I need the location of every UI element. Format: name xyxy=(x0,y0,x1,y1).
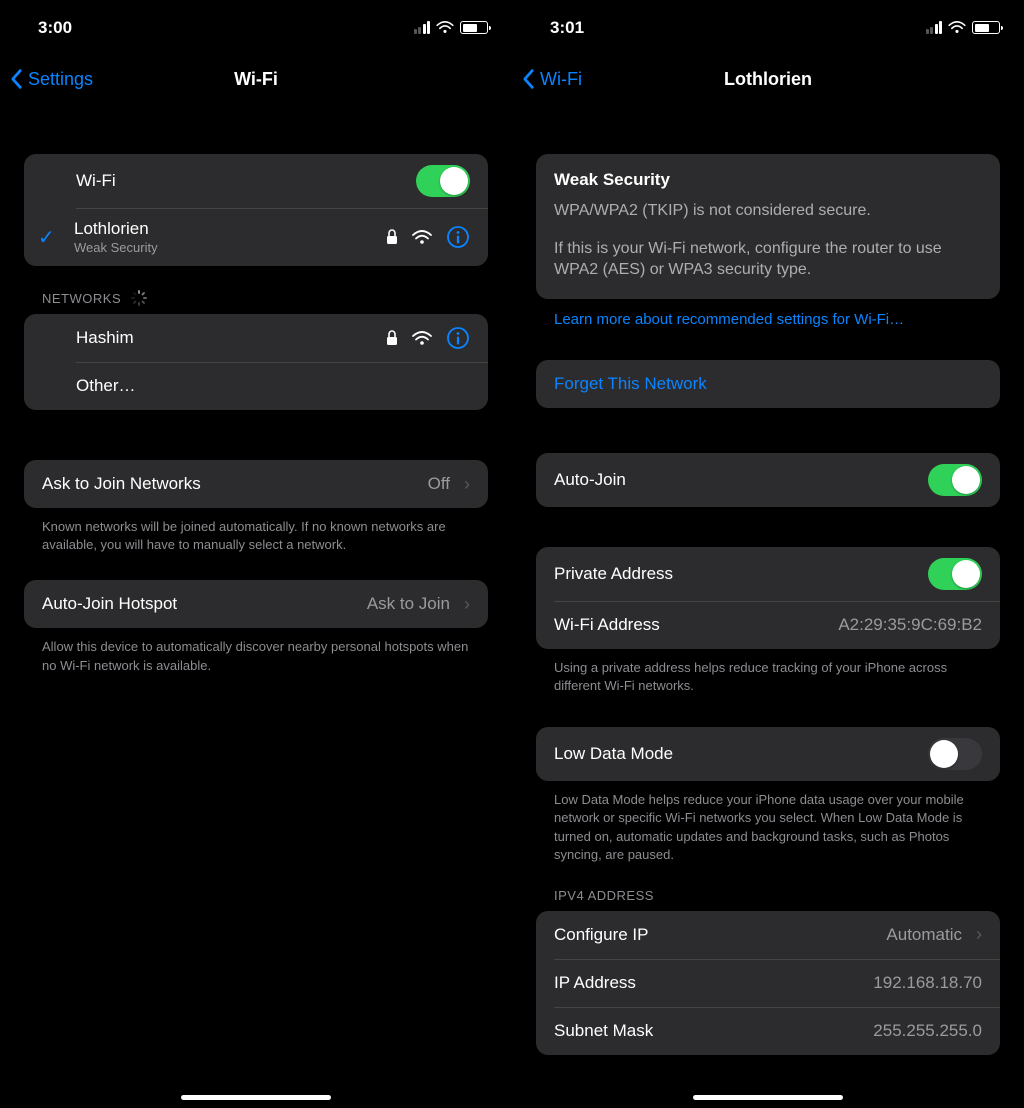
configure-ip-row[interactable]: Configure IP Automatic › xyxy=(536,911,1000,959)
spinner-icon xyxy=(131,290,147,306)
footer-text: Allow this device to automatically disco… xyxy=(24,628,488,674)
network-sub: Weak Security xyxy=(74,240,158,255)
row-value: 192.168.18.70 xyxy=(873,973,982,993)
networks-header: NETWORKS xyxy=(24,266,488,314)
low-data-mode-row[interactable]: Low Data Mode xyxy=(536,727,1000,781)
nav-bar: Wi-Fi Lothlorien xyxy=(512,54,1024,104)
footer-text: Using a private address helps reduce tra… xyxy=(536,649,1000,695)
learn-more-link[interactable]: Learn more about recommended settings fo… xyxy=(536,299,1000,328)
auto-join-toggle[interactable] xyxy=(928,464,982,496)
row-label: Private Address xyxy=(554,564,673,584)
row-label: Subnet Mask xyxy=(554,1021,653,1041)
row-label: Other… xyxy=(76,376,136,396)
wifi-toggle[interactable] xyxy=(416,165,470,197)
info-icon[interactable] xyxy=(446,225,470,249)
check-icon: ✓ xyxy=(38,225,58,250)
chevron-right-icon: › xyxy=(464,594,470,615)
wifi-icon xyxy=(412,230,432,245)
status-time: 3:01 xyxy=(550,18,584,38)
row-value: Off xyxy=(428,474,450,494)
row-label: IP Address xyxy=(554,973,636,993)
nav-bar: Settings Wi-Fi xyxy=(0,54,512,104)
forget-network-button[interactable]: Forget This Network xyxy=(536,360,1000,408)
row-label: Configure IP xyxy=(554,925,649,945)
row-label: Ask to Join Networks xyxy=(42,474,201,494)
security-warning-card: Weak Security WPA/WPA2 (TKIP) is not con… xyxy=(536,154,1000,299)
status-bar: 3:01 xyxy=(512,0,1024,46)
lock-icon xyxy=(386,229,398,245)
screen-wifi-settings: 3:00 Settings Wi-Fi Wi-Fi ✓ Lothlorien xyxy=(0,0,512,1108)
status-bar: 3:00 xyxy=(0,0,512,46)
chevron-left-icon xyxy=(10,68,23,90)
ipv4-header: IPV4 ADDRESS xyxy=(536,864,1000,911)
battery-icon xyxy=(460,21,488,34)
wifi-icon xyxy=(436,21,454,34)
auto-join-row[interactable]: Auto-Join xyxy=(536,453,1000,507)
warning-line: WPA/WPA2 (TKIP) is not considered secure… xyxy=(554,200,982,222)
connected-network-row[interactable]: ✓ Lothlorien Weak Security xyxy=(24,208,488,266)
subnet-mask-row: Subnet Mask 255.255.255.0 xyxy=(536,1007,1000,1055)
ip-address-row: IP Address 192.168.18.70 xyxy=(536,959,1000,1007)
row-label: Forget This Network xyxy=(554,374,707,394)
network-name: Lothlorien xyxy=(74,219,158,239)
warning-line: If this is your Wi-Fi network, configure… xyxy=(554,238,982,281)
wifi-icon xyxy=(412,331,432,346)
wifi-icon xyxy=(948,21,966,34)
back-label: Settings xyxy=(28,69,93,90)
back-button[interactable]: Wi-Fi xyxy=(522,68,582,90)
auto-join-hotspot-row[interactable]: Auto-Join Hotspot Ask to Join › xyxy=(24,580,488,628)
low-data-toggle[interactable] xyxy=(928,738,982,770)
status-time: 3:00 xyxy=(38,18,72,38)
info-icon[interactable] xyxy=(446,326,470,350)
battery-icon xyxy=(972,21,1000,34)
wifi-toggle-row[interactable]: Wi-Fi xyxy=(24,154,488,208)
row-label: Auto-Join xyxy=(554,470,626,490)
chevron-right-icon: › xyxy=(464,474,470,495)
warning-title: Weak Security xyxy=(554,170,982,190)
network-row[interactable]: Hashim xyxy=(24,314,488,362)
back-button[interactable]: Settings xyxy=(10,68,93,90)
back-label: Wi-Fi xyxy=(540,69,582,90)
row-label: Auto-Join Hotspot xyxy=(42,594,177,614)
private-address-row[interactable]: Private Address xyxy=(536,547,1000,601)
screen-network-detail: 3:01 Wi-Fi Lothlorien Weak Security WPA/… xyxy=(512,0,1024,1108)
wifi-address-row: Wi-Fi Address A2:29:35:9C:69:B2 xyxy=(536,601,1000,649)
row-value: Ask to Join xyxy=(367,594,450,614)
row-label: Wi-Fi xyxy=(76,171,116,191)
network-name: Hashim xyxy=(76,328,134,348)
private-address-toggle[interactable] xyxy=(928,558,982,590)
lock-icon xyxy=(386,330,398,346)
home-indicator[interactable] xyxy=(181,1095,331,1100)
page-title: Lothlorien xyxy=(512,69,1024,90)
footer-text: Known networks will be joined automatica… xyxy=(24,508,488,554)
row-value: Automatic xyxy=(886,925,962,945)
row-label: Wi-Fi Address xyxy=(554,615,660,635)
ask-join-row[interactable]: Ask to Join Networks Off › xyxy=(24,460,488,508)
chevron-right-icon: › xyxy=(976,924,982,945)
home-indicator[interactable] xyxy=(693,1095,843,1100)
cellular-icon xyxy=(414,21,431,34)
row-value: 255.255.255.0 xyxy=(873,1021,982,1041)
footer-text: Low Data Mode helps reduce your iPhone d… xyxy=(536,781,1000,864)
chevron-left-icon xyxy=(522,68,535,90)
row-value: A2:29:35:9C:69:B2 xyxy=(838,615,982,635)
cellular-icon xyxy=(926,21,943,34)
row-label: Low Data Mode xyxy=(554,744,673,764)
other-network-row[interactable]: Other… xyxy=(24,362,488,410)
